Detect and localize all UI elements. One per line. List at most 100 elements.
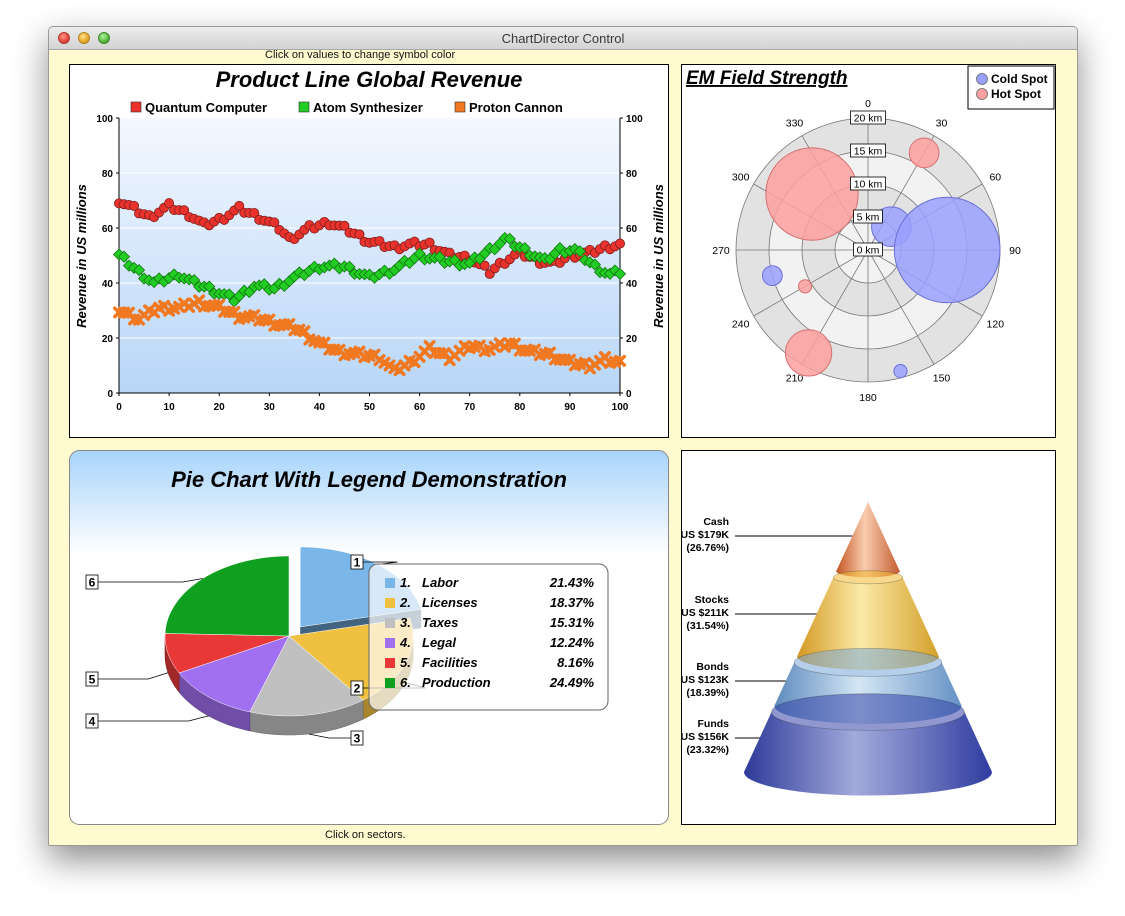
legend-label[interactable]: Legal	[422, 635, 456, 650]
cone-label-value: US $179K	[681, 529, 729, 541]
polar-chart-title: EM Field Strength	[686, 68, 848, 89]
pie-sector-label: 5	[89, 673, 96, 687]
legend-percent: 12.24%	[550, 635, 595, 650]
x-tick-label: 100	[612, 402, 629, 413]
legend-label[interactable]: Taxes	[422, 615, 458, 630]
legend-swatch	[385, 598, 395, 608]
legend-label[interactable]: Production	[422, 675, 491, 690]
angle-label: 240	[732, 319, 750, 331]
y-tick-label-right: 0	[626, 389, 632, 400]
legend-number: 3.	[400, 615, 411, 630]
legend-swatch	[130, 101, 142, 113]
legend-number: 6.	[400, 675, 411, 690]
pie-sector-label: 1	[354, 556, 361, 570]
legend-swatch	[385, 618, 395, 628]
legend-label[interactable]: Licenses	[422, 595, 478, 610]
radial-label: 10 km	[854, 179, 883, 191]
legend-number: 2.	[399, 595, 411, 610]
legend-swatch	[454, 101, 466, 113]
legend-label: Atom Synthesizer	[313, 100, 423, 115]
legend-label: Cold Spot	[991, 72, 1048, 86]
cone-label-name: Bonds	[696, 661, 729, 673]
data-point[interactable]	[615, 238, 626, 249]
cone-label-percent: (26.76%)	[686, 542, 729, 554]
angle-label: 0	[865, 98, 871, 110]
cone-label-name: Cash	[703, 516, 729, 528]
legend-swatch	[385, 578, 395, 588]
y-tick-label-left: 20	[102, 334, 114, 345]
y-tick-label-left: 60	[102, 224, 114, 235]
pie-sector-label: 4	[89, 715, 96, 729]
polar-bubble[interactable]	[765, 147, 859, 241]
legend-label[interactable]: Labor	[422, 575, 459, 590]
polar-bubble[interactable]	[785, 329, 833, 377]
pie-chart[interactable]: Pie Chart With Legend Demonstration 1 2 3 4…	[69, 450, 669, 825]
cone-chart[interactable]: CashUS $179K(26.76%) StocksUS $211K(31.54…	[681, 450, 1056, 825]
y-tick-label-left: 0	[107, 389, 113, 400]
hint-top: Click on values to change symbol color	[265, 49, 456, 61]
y-tick-label-right: 20	[626, 334, 638, 345]
x-tick-label: 70	[464, 402, 476, 413]
legend-swatch	[976, 88, 988, 100]
pie-sector-label: 3	[354, 732, 361, 746]
pie-chart-title: Pie Chart With Legend Demonstration	[171, 467, 567, 492]
cone-label-percent: (18.39%)	[686, 687, 729, 699]
x-tick-label: 10	[164, 402, 176, 413]
pie-sector-label: 6	[89, 576, 96, 590]
polar-bubble[interactable]	[798, 279, 813, 294]
angle-label: 330	[786, 118, 804, 130]
window-title: ChartDirector Control	[501, 31, 625, 46]
legend-percent: 18.37%	[550, 595, 595, 610]
x-tick-label: 20	[214, 402, 226, 413]
title-bar[interactable]: ChartDirector Control	[49, 27, 1077, 50]
y-tick-label-left: 80	[102, 169, 114, 180]
y-tick-label-right: 80	[626, 169, 638, 180]
line-chart-legend: Quantum Computer Atom Synthesizer Proton C…	[130, 100, 563, 115]
y-tick-label-right: 60	[626, 224, 638, 235]
angle-label: 300	[732, 172, 750, 184]
polar-legend: Cold SpotHot Spot	[967, 65, 1055, 110]
cone-label-name: Stocks	[695, 594, 730, 606]
y-tick-label-left: 100	[96, 114, 113, 125]
polar-bubble[interactable]	[893, 364, 908, 379]
cone-label-value: US $211K	[681, 607, 729, 619]
legend-percent: 21.43%	[549, 575, 595, 590]
radial-label: 0 km	[857, 245, 880, 257]
angle-label: 150	[933, 372, 951, 384]
x-tick-label: 90	[564, 402, 576, 413]
radial-label: 20 km	[854, 113, 883, 125]
cone-label-name: Funds	[698, 718, 730, 730]
y-tick-label-right: 100	[626, 114, 643, 125]
x-tick-label: 50	[364, 402, 376, 413]
polar-bubble[interactable]	[893, 196, 1001, 304]
legend-percent: 24.49%	[549, 675, 595, 690]
legend-number: 5.	[400, 655, 411, 670]
x-tick-label: 30	[264, 402, 276, 413]
y-axis-label-right: Revenue in US millions	[651, 184, 666, 328]
y-axis-label-left: Revenue in US millions	[74, 184, 89, 328]
legend-percent: 15.31%	[550, 615, 595, 630]
cone-label-percent: (23.32%)	[686, 744, 729, 756]
cone-layer-top	[833, 570, 903, 585]
legend-label: Quantum Computer	[145, 100, 267, 115]
polar-chart[interactable]: EM Field Strength 0306090120150180210240…	[681, 64, 1056, 438]
legend-label[interactable]: Facilities	[422, 655, 478, 670]
x-tick-label: 80	[514, 402, 526, 413]
legend-number: 1.	[400, 575, 411, 590]
legend-percent: 8.16%	[557, 655, 594, 670]
legend-swatch	[385, 638, 395, 648]
angle-label: 180	[859, 392, 877, 404]
polar-bubble[interactable]	[761, 265, 783, 287]
line-chart[interactable]: Product Line Global Revenue Quantum Comp…	[69, 64, 669, 438]
radial-label: 15 km	[854, 146, 883, 158]
angle-label: 120	[987, 319, 1005, 331]
cone-layer-top	[771, 693, 965, 731]
legend-swatch	[976, 73, 988, 85]
polar-bubble[interactable]	[908, 137, 940, 169]
radial-label: 5 km	[857, 212, 880, 224]
line-chart-title: Product Line Global Revenue	[216, 67, 523, 92]
legend-label: Hot Spot	[991, 87, 1041, 101]
hint-bottom: Click on sectors.	[325, 829, 406, 841]
legend-label: Proton Cannon	[469, 100, 563, 115]
legend-swatch	[298, 101, 310, 113]
